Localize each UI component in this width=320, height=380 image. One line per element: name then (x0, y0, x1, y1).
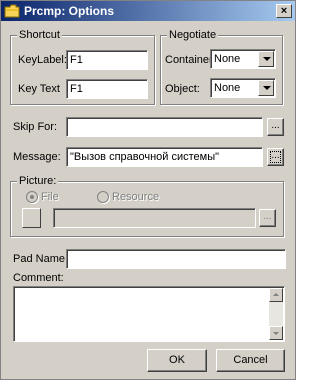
comment-textarea[interactable] (13, 286, 285, 342)
picture-preview (22, 208, 41, 228)
container-dropdown-button[interactable] (258, 51, 274, 67)
picture-path-input[interactable] (53, 208, 256, 228)
key-text-label: Key Text (18, 83, 60, 95)
key-text-input[interactable]: F1 (66, 79, 148, 99)
chevron-down-icon (263, 86, 271, 90)
object-select[interactable]: None (210, 78, 276, 98)
comment-scrollbar[interactable] (269, 288, 283, 340)
close-icon: × (280, 5, 288, 17)
options-dialog: Prcmp: Options × Shortcut KeyLabel: F1 K… (0, 0, 296, 380)
object-label: Object: (165, 83, 200, 95)
resource-radio[interactable] (97, 191, 109, 203)
key-label-input[interactable]: F1 (66, 50, 148, 70)
object-value: None (214, 82, 241, 94)
message-browse-button[interactable]: ... (267, 148, 284, 166)
scroll-down-button[interactable] (269, 326, 283, 340)
resource-radio-label: Resource (112, 191, 160, 203)
skip-for-label: Skip For: (13, 121, 58, 133)
radio-selected-dot (30, 195, 34, 199)
shortcut-legend: Shortcut (17, 29, 62, 41)
arrow-up-icon (273, 293, 279, 296)
container-select[interactable]: None (210, 49, 276, 69)
title-bar[interactable]: Prcmp: Options × (1, 1, 295, 21)
pad-name-input[interactable] (66, 249, 286, 269)
skip-for-browse-button[interactable]: ... (267, 118, 284, 136)
cancel-button[interactable]: Cancel (216, 349, 285, 372)
container-label: Container (165, 54, 213, 66)
key-label-label: KeyLabel: (18, 54, 67, 66)
message-input[interactable]: "Вызов справочной системы" (66, 147, 263, 167)
close-button[interactable]: × (276, 4, 292, 18)
folder-icon (4, 4, 20, 18)
chevron-down-icon (263, 57, 271, 61)
arrow-down-icon (273, 332, 279, 335)
comment-label: Comment: (13, 272, 64, 284)
negotiate-legend: Negotiate (167, 29, 219, 41)
object-dropdown-button[interactable] (258, 80, 274, 96)
ok-button[interactable]: OK (147, 349, 207, 372)
scroll-up-button[interactable] (269, 288, 283, 302)
message-label: Message: (13, 151, 61, 163)
file-radio-label: File (41, 191, 59, 203)
window-title: Prcmp: Options (24, 4, 115, 18)
picture-browse-button[interactable]: ... (259, 209, 276, 227)
container-value: None (214, 53, 241, 65)
skip-for-input[interactable] (66, 117, 263, 137)
pad-name-label: Pad Name: (13, 253, 69, 265)
file-radio[interactable] (26, 191, 38, 203)
picture-legend: Picture: (17, 175, 59, 187)
